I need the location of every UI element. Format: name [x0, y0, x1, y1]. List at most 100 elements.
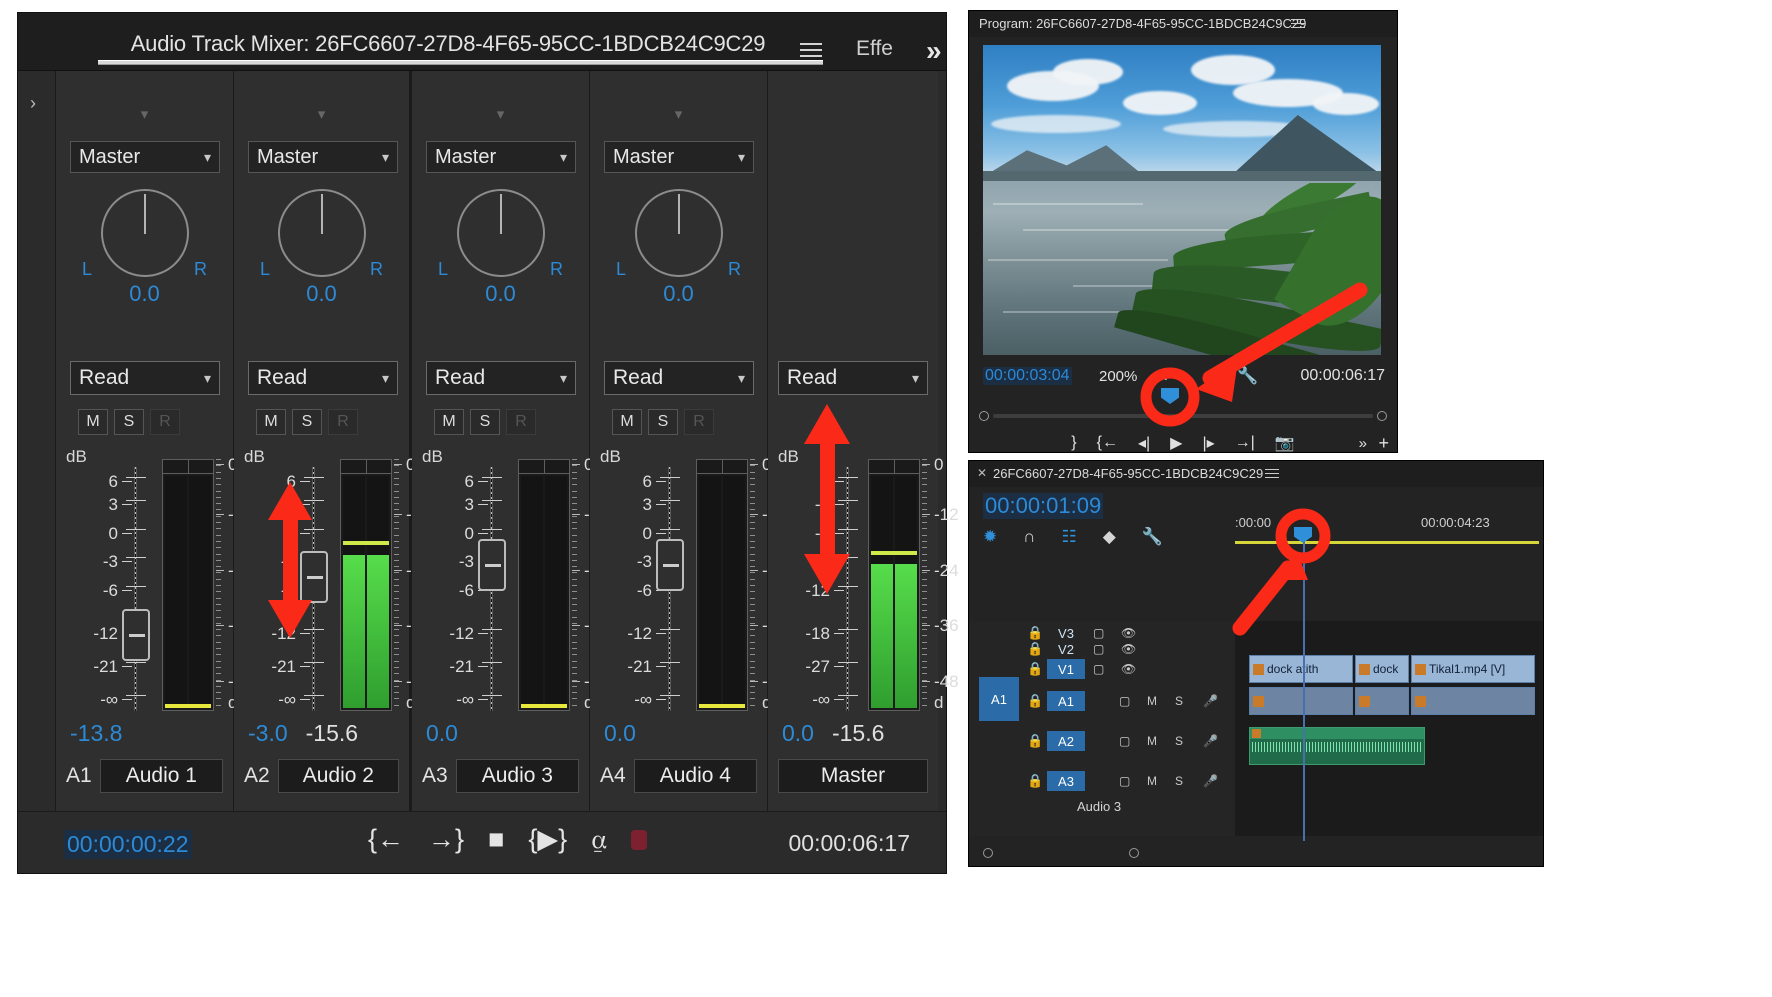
chevron-down-icon[interactable]: ▾: [318, 105, 326, 123]
mute-button[interactable]: M: [256, 409, 286, 435]
track-name-v1[interactable]: V1: [1047, 659, 1085, 679]
chevron-down-icon[interactable]: ▾: [675, 105, 683, 123]
send-assign-dropdown[interactable]: Master▾: [248, 141, 398, 173]
gain-value[interactable]: 0.0: [426, 720, 458, 746]
record-arm-button[interactable]: R: [684, 409, 714, 435]
automation-mode-dropdown[interactable]: Read▾: [604, 361, 754, 395]
fader-handle[interactable]: [478, 539, 506, 591]
track-name-a2[interactable]: A2: [1047, 731, 1085, 751]
timeline-clip[interactable]: dock atith: [1249, 655, 1353, 683]
meter-clip-indicators[interactable]: [341, 460, 391, 474]
pan-knob[interactable]: [101, 189, 189, 277]
fader-handle[interactable]: [300, 551, 328, 603]
timeline-zoom-left-handle[interactable]: [983, 848, 993, 858]
track-header-v1[interactable]: 🔒 V1 ▢ 👁: [969, 655, 1235, 683]
mute-button[interactable]: M: [78, 409, 108, 435]
program-tab-title[interactable]: Program: 26FC6607-27D8-4F65-95CC-1BDCB24…: [979, 16, 1306, 31]
button-editor-icon[interactable]: +: [1378, 433, 1389, 454]
timeline-menu-icon[interactable]: [1265, 469, 1279, 480]
magnet-icon[interactable]: ∩: [1023, 527, 1035, 547]
lock-icon[interactable]: 🔒: [1027, 661, 1043, 677]
marker-icon[interactable]: ◆: [1103, 527, 1116, 547]
timeline-audio-slot[interactable]: [1355, 687, 1409, 715]
go-to-in-icon[interactable]: {←: [1097, 434, 1118, 452]
timeline-audio-slot[interactable]: [1249, 687, 1353, 715]
program-current-timecode[interactable]: 00:00:03:04: [983, 367, 1072, 385]
level-meter[interactable]: [162, 459, 214, 711]
sync-lock-icon[interactable]: ▢: [1093, 662, 1104, 676]
chevron-down-icon[interactable]: ∨: [1161, 368, 1171, 384]
chevron-right-icon[interactable]: ›: [30, 93, 36, 114]
timeline-ruler[interactable]: :00:00 00:00:04:23: [1235, 509, 1543, 539]
timeline-zoom-right-handle[interactable]: [1129, 848, 1139, 858]
timeline-audio-slot[interactable]: [1411, 687, 1535, 715]
scrub-right-handle[interactable]: [1377, 411, 1387, 421]
pan-knob[interactable]: [278, 189, 366, 277]
program-overflow-icon[interactable]: »: [1359, 435, 1367, 452]
step-back-icon[interactable]: ◂|: [1138, 433, 1150, 453]
scrub-track[interactable]: [993, 414, 1373, 418]
track-name[interactable]: Audio 3: [456, 759, 579, 793]
level-meter[interactable]: [518, 459, 570, 711]
automation-mode-dropdown[interactable]: Read▾: [778, 361, 928, 395]
solo-button[interactable]: S: [114, 409, 144, 435]
chevron-down-icon[interactable]: ▾: [141, 105, 149, 123]
level-meter[interactable]: [340, 459, 392, 711]
solo-button[interactable]: S: [470, 409, 500, 435]
track-header-a1[interactable]: 🔒 A1 ▢ M S 🎤: [969, 687, 1235, 715]
gain-value[interactable]: -13.8: [70, 720, 122, 746]
track-name-a3[interactable]: A3: [1047, 771, 1085, 791]
mic-icon[interactable]: 🎤: [1203, 774, 1218, 788]
automation-mode-dropdown[interactable]: Read▾: [248, 361, 398, 395]
export-icon[interactable]: ⍶: [591, 826, 607, 853]
send-assign-dropdown[interactable]: Master▾: [426, 141, 576, 173]
chevron-down-icon[interactable]: ▾: [497, 105, 505, 123]
program-scrubbar[interactable]: [979, 407, 1387, 425]
go-to-out-point-icon[interactable]: →}: [428, 826, 464, 853]
track-name-a1[interactable]: A1: [1047, 691, 1085, 711]
pan-value[interactable]: 0.0: [234, 281, 409, 307]
gain-value[interactable]: 0.0: [604, 720, 636, 746]
record-icon[interactable]: [631, 830, 647, 850]
level-meter[interactable]: [868, 459, 920, 711]
solo-button-a1[interactable]: S: [1175, 694, 1183, 708]
sync-lock-icon[interactable]: ▢: [1119, 774, 1130, 788]
go-to-in-point-icon[interactable]: {←: [368, 826, 404, 853]
record-arm-button[interactable]: R: [328, 409, 358, 435]
gain-value[interactable]: 0.0: [782, 720, 814, 746]
export-frame-icon[interactable]: 📷: [1275, 433, 1295, 453]
snap-icon[interactable]: ✹: [983, 527, 997, 547]
level-meter[interactable]: [696, 459, 748, 711]
solo-button[interactable]: S: [292, 409, 322, 435]
fader-handle[interactable]: [122, 609, 150, 661]
timeline-clip[interactable]: Tikal1.mp4 [V]: [1411, 655, 1535, 683]
track-name[interactable]: Audio 2: [278, 759, 399, 793]
timeline-clip[interactable]: dock: [1355, 655, 1409, 683]
sync-lock-icon[interactable]: ▢: [1119, 694, 1130, 708]
timeline-track-area[interactable]: dock atith dock Tikal1.mp4 [V]: [1235, 621, 1543, 836]
mixer-overflow-icon[interactable]: »: [926, 35, 942, 67]
track-header-a2[interactable]: 🔒 A2 ▢ M S 🎤: [969, 727, 1235, 755]
lock-icon[interactable]: 🔒: [1027, 733, 1043, 749]
close-icon[interactable]: ✕: [977, 466, 987, 480]
track-name-master[interactable]: Master: [778, 759, 928, 793]
timeline-playhead-timecode[interactable]: 00:00:01:09: [983, 493, 1103, 519]
pan-knob[interactable]: [635, 189, 723, 277]
program-video-frame[interactable]: [983, 45, 1381, 355]
program-zoom-level[interactable]: 200%: [1099, 368, 1137, 385]
program-menu-icon[interactable]: [1291, 19, 1305, 30]
gain-value[interactable]: -3.0: [248, 720, 288, 746]
track-header-a3[interactable]: 🔒 A3 ▢ M S 🎤: [969, 767, 1235, 795]
scrub-left-handle[interactable]: [979, 411, 989, 421]
linked-selection-icon[interactable]: ☷: [1061, 527, 1076, 547]
record-arm-button[interactable]: R: [150, 409, 180, 435]
mute-button-a3[interactable]: M: [1147, 774, 1157, 788]
record-arm-button[interactable]: R: [506, 409, 536, 435]
send-assign-dropdown[interactable]: Master▾: [70, 141, 220, 173]
mixer-playhead-timecode[interactable]: 00:00:00:22: [64, 830, 192, 859]
fader-handle[interactable]: [656, 539, 684, 591]
sync-lock-icon[interactable]: ▢: [1093, 642, 1104, 656]
mute-button-a2[interactable]: M: [1147, 734, 1157, 748]
pan-value[interactable]: 0.0: [56, 281, 233, 307]
pan-value[interactable]: 0.0: [590, 281, 767, 307]
